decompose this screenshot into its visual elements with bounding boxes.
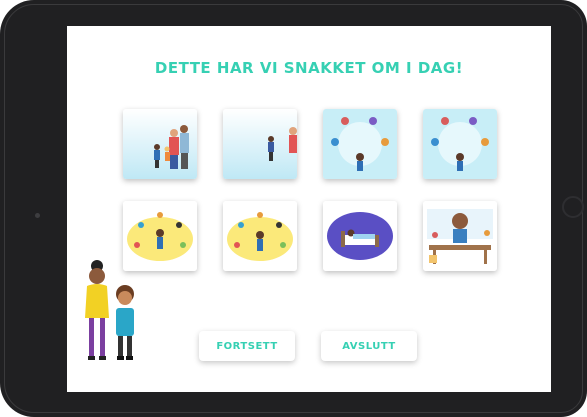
quit-button[interactable]: AVSLUTT [321, 331, 417, 361]
card-bedtime[interactable] [323, 201, 397, 271]
page-title: DETTE HAR VI SNAKKET OM I DAG! [154, 59, 464, 77]
classroom-illustration [423, 201, 497, 271]
children-circle-illustration [323, 109, 397, 179]
family-right-illustration [223, 109, 297, 179]
family-illustration [123, 109, 197, 179]
card-emotions-2[interactable] [223, 201, 297, 271]
children-circle-illustration-2 [423, 109, 497, 179]
children-illustration [85, 260, 134, 360]
continue-button[interactable]: FORTSETT [199, 331, 295, 361]
card-circle-group-2[interactable] [423, 109, 497, 179]
card-circle-group[interactable] [323, 109, 397, 179]
app-screen: DETTE HAR VI SNAKKET OM I DAG! FORTSETT … [67, 26, 551, 392]
tablet-frame: DETTE HAR VI SNAKKET OM I DAG! FORTSETT … [0, 0, 587, 417]
card-family[interactable] [123, 109, 197, 179]
camera-icon [35, 213, 40, 218]
home-button[interactable] [562, 196, 584, 218]
bedtime-illustration [323, 201, 397, 271]
card-family-right[interactable] [223, 109, 297, 179]
feelings-illustration-2 [223, 201, 297, 271]
card-classroom[interactable] [423, 201, 497, 271]
